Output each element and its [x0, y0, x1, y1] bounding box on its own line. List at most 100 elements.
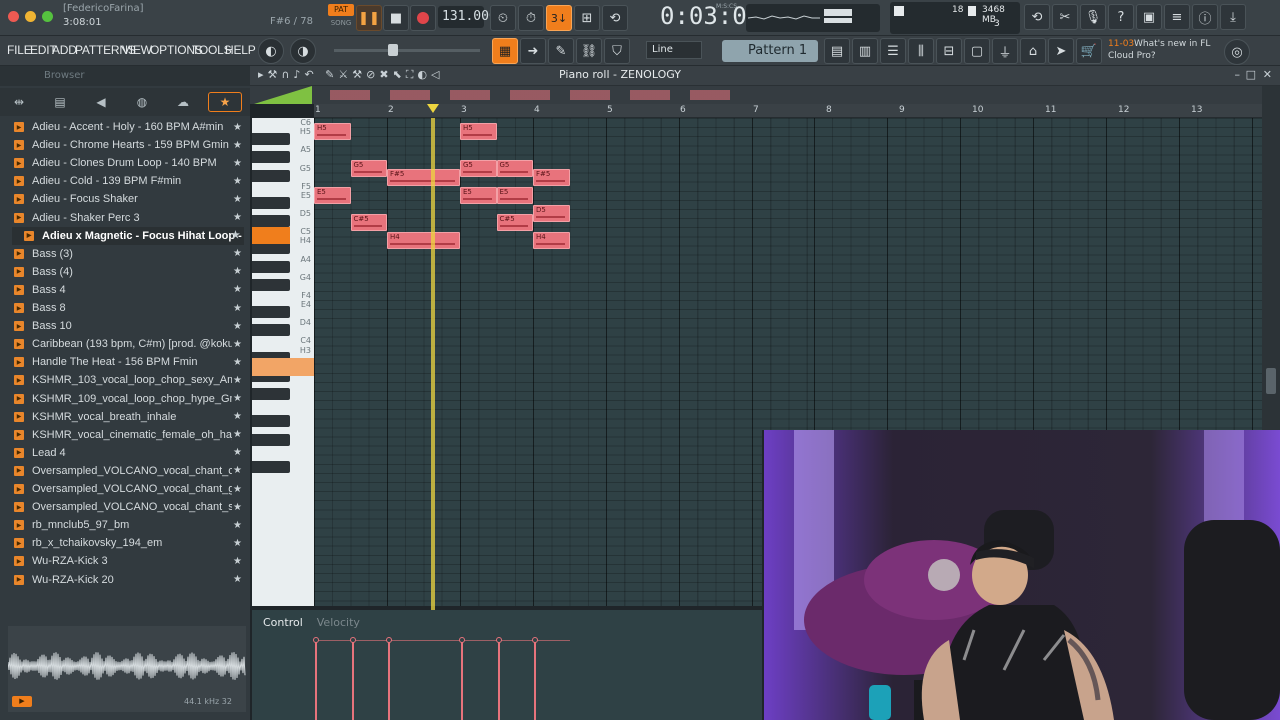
tab-all-icon[interactable]: ⇹ — [2, 92, 36, 112]
browser-item[interactable]: ▶ Wu-RZA-Kick 20 ★ — [14, 571, 246, 589]
favorite-star-icon[interactable]: ★ — [233, 538, 242, 549]
piano-roll-window-icon[interactable]: ▥ — [852, 38, 878, 64]
favorite-star-icon[interactable]: ★ — [233, 321, 242, 332]
control-lane-label[interactable]: Control Velocity — [263, 616, 360, 629]
browser-item[interactable]: ▶ Adieu - Accent - Holy - 160 BPM A#min ★ — [14, 118, 246, 136]
undo-icon[interactable]: ⟲ — [1024, 4, 1050, 30]
browser-item[interactable]: ▶ KSHMR_109_vocal_loop_chop_hype_Gmin ★ — [14, 390, 246, 408]
velocity-handle[interactable] — [495, 637, 502, 643]
sliders-icon[interactable]: ≡ — [1164, 4, 1190, 30]
loop-record-icon[interactable]: ⟲ — [602, 5, 628, 31]
favorite-star-icon[interactable]: ★ — [233, 556, 242, 567]
note[interactable]: E5 — [460, 186, 497, 204]
browser-item[interactable]: ▶ Lead 4 ★ — [14, 444, 246, 462]
playhead[interactable] — [431, 118, 435, 618]
browser-item[interactable]: ▶ Bass 8 ★ — [14, 299, 246, 317]
piano-roll-close-icon[interactable]: ✕ — [1263, 68, 1272, 81]
note[interactable]: F#5 — [533, 168, 570, 186]
master-volume-knob[interactable]: ◐ — [258, 38, 284, 64]
mixer-icon[interactable]: ⫼ — [908, 38, 934, 64]
note[interactable]: D5 — [533, 205, 570, 222]
playlist-window-icon[interactable]: ▤ — [824, 38, 850, 64]
black-key[interactable] — [252, 169, 290, 182]
browser-item[interactable]: ▶ Oversampled_VOLCANO_vocal_chant_go ★ — [14, 480, 246, 498]
browser-item[interactable]: ▶ Adieu - Clones Drum Loop - 140 BPM ★ — [14, 154, 246, 172]
note[interactable]: C#5 — [496, 214, 533, 232]
overview-snap-corner[interactable] — [254, 86, 312, 104]
favorite-star-icon[interactable]: ★ — [233, 429, 242, 440]
favorite-star-icon[interactable]: ★ — [231, 230, 240, 241]
info-icon[interactable]: ⓘ — [1192, 4, 1218, 30]
note[interactable]: H5 — [460, 123, 497, 141]
black-key[interactable] — [252, 260, 290, 273]
step-edit-icon[interactable]: ⊞ — [574, 5, 600, 31]
tab-files-icon[interactable]: ▤ — [43, 92, 77, 112]
save-icon[interactable]: ▣ — [1136, 4, 1162, 30]
favorite-star-icon[interactable]: ★ — [233, 447, 242, 458]
preview-play-icon[interactable]: ▶ — [12, 696, 32, 707]
velocity-bar[interactable] — [388, 640, 390, 720]
browser-item[interactable]: ▶ KSHMR_vocal_cinematic_female_oh_ha_oh_y… — [14, 426, 246, 444]
link-icon[interactable]: ⛓ — [576, 38, 602, 64]
black-key[interactable] — [252, 196, 290, 209]
browser-item[interactable]: ▶ rb_x_tchaikovsky_194_em ★ — [14, 534, 246, 552]
black-key[interactable] — [252, 415, 290, 428]
black-key[interactable] — [252, 433, 290, 446]
menu-help[interactable]: HELP — [225, 43, 256, 57]
favorite-star-icon[interactable]: ★ — [233, 284, 242, 295]
browser-item[interactable]: ▶ Bass 4 ★ — [14, 281, 246, 299]
browser-item[interactable]: ▶ Adieu - Focus Shaker ★ — [14, 190, 246, 208]
favorite-star-icon[interactable]: ★ — [233, 465, 242, 476]
browser-item[interactable]: ▶ Oversampled_VOLCANO_vocal_chant_core ★ — [14, 462, 246, 480]
favorite-star-icon[interactable]: ★ — [233, 339, 242, 350]
download-icon[interactable]: ⤓ — [1220, 4, 1246, 30]
favorite-star-icon[interactable]: ★ — [233, 303, 242, 314]
browser-item[interactable]: ▶ Bass 10 ★ — [14, 317, 246, 335]
note[interactable]: H5 — [314, 123, 351, 141]
highlighted-key-f#5[interactable] — [252, 227, 290, 244]
browser-item[interactable]: ▶ KSHMR_vocal_breath_inhale ★ — [14, 408, 246, 426]
note[interactable]: G5 — [460, 159, 497, 177]
globe-icon[interactable]: ◎ — [1224, 39, 1250, 65]
favorite-star-icon[interactable]: ★ — [233, 266, 242, 277]
help-icon[interactable]: ? — [1108, 4, 1134, 30]
black-key[interactable] — [252, 215, 290, 228]
send-icon[interactable]: ➤ — [1048, 38, 1074, 64]
favorite-star-icon[interactable]: ★ — [233, 122, 242, 133]
tempo-display[interactable]: 131.000 — [438, 6, 497, 28]
black-key[interactable] — [252, 324, 290, 337]
browser-item[interactable]: ▶ Adieu - Shaker Perc 3 ★ — [14, 209, 246, 227]
note[interactable]: E5 — [496, 186, 533, 204]
favorite-star-icon[interactable]: ★ — [233, 520, 242, 531]
note-grid[interactable] — [314, 118, 762, 606]
black-key[interactable] — [252, 278, 290, 291]
main-slider[interactable] — [334, 44, 480, 56]
browser-item[interactable]: ▶ Oversampled_VOLCANO_vocal_chant_scream★ — [14, 498, 246, 516]
plug-icon[interactable]: ⏚ — [992, 38, 1018, 64]
velocity-handle[interactable] — [313, 637, 319, 643]
browser-item[interactable]: ▶ Adieu - Chrome Hearts - 159 BPM Gmin ★ — [14, 136, 246, 154]
browser-item[interactable]: ▶ Adieu x Magnetic - Focus Hihat Loop - 1… — [12, 226, 244, 245]
piano-roll-timeline[interactable]: 1 2 3 4 5 6 7 8 9 10 11 12 13 — [314, 104, 1262, 118]
velocity-handle[interactable] — [459, 637, 465, 643]
vertical-scroll-thumb[interactable] — [1266, 368, 1276, 394]
tab-cloud-icon[interactable]: ☁ — [166, 92, 200, 112]
browser-window-icon[interactable]: ⊟ — [936, 38, 962, 64]
browser-item[interactable]: ▶ Caribbean (193 bpm, C#m) [prod. @kokurc… — [14, 335, 246, 353]
velocity-bar[interactable] — [534, 640, 536, 720]
black-key[interactable] — [252, 460, 290, 473]
favorite-star-icon[interactable]: ★ — [233, 194, 242, 205]
stamp-icon[interactable]: ⛉ — [604, 38, 630, 64]
tab-sounds-icon[interactable]: ◀ — [84, 92, 118, 112]
piano-roll-maximize-icon[interactable]: □ — [1246, 68, 1256, 81]
black-key[interactable] — [252, 388, 290, 400]
browser-item[interactable]: ▶ Handle The Heat - 156 BPM Fmin ★ — [14, 353, 246, 371]
velocity-bar[interactable] — [461, 640, 463, 720]
tab-favorites-icon[interactable]: ★ — [208, 92, 242, 112]
note[interactable]: F#5 — [387, 168, 460, 186]
favorite-star-icon[interactable]: ★ — [233, 176, 242, 187]
favorite-star-icon[interactable]: ★ — [233, 502, 242, 513]
countdown-icon[interactable]: 3↓ — [546, 5, 572, 31]
main-slider-thumb[interactable] — [388, 44, 398, 56]
plugin-picker-icon[interactable]: ▢ — [964, 38, 990, 64]
